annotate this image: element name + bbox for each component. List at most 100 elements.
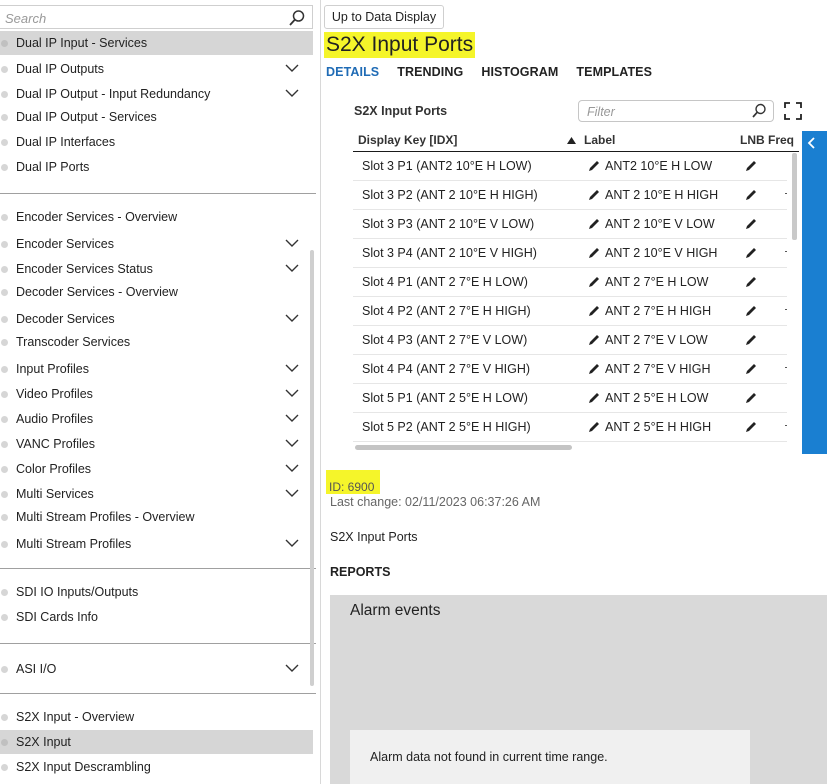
sidebar-item[interactable]: Audio Profiles [0,407,313,431]
table-row[interactable]: Slot 3 P3 (ANT 2 10°E V LOW) ANT 2 10°E V… [353,210,787,239]
pencil-icon[interactable] [588,392,600,404]
sidebar-item-label: Dual IP Outputs [16,62,105,76]
bullet-icon [1,763,8,771]
sidebar-item[interactable]: SDI Cards Info [0,605,313,629]
sidebar-item[interactable]: Color Profiles [0,457,313,481]
table-horizontal-scrollbar[interactable] [355,445,572,450]
table-row[interactable]: Slot 4 P3 (ANT 2 7°E V LOW) ANT 2 7°E V L… [353,326,787,355]
table-row[interactable]: Slot 5 P2 (ANT 2 5°E H HIGH) ANT 2 5°E H … [353,413,787,442]
pencil-icon[interactable] [745,305,757,317]
sidebar-item-label: Multi Stream Profiles - Overview [16,510,195,524]
sidebar-item[interactable]: S2X Input - Overview [0,705,313,729]
column-header-lnb-freq[interactable]: LNB Freq [740,133,794,147]
tab-histogram[interactable]: HISTOGRAM [481,65,558,79]
sidebar-item[interactable]: Video Profiles [0,382,313,406]
table-row[interactable]: Slot 4 P1 (ANT 2 7°E H LOW) ANT 2 7°E H L… [353,268,787,297]
pencil-icon[interactable] [745,276,757,288]
sidebar-item-label: Encoder Services - Overview [16,210,178,224]
chevron-down-icon[interactable] [285,263,299,273]
pencil-icon[interactable] [745,334,757,346]
bullet-icon [1,213,8,221]
sidebar-item[interactable]: Transcoder Services [0,330,313,354]
table-row[interactable]: Slot 4 P4 (ANT 2 7°E V HIGH) ANT 2 7°E V … [353,355,787,384]
tab-templates[interactable]: TEMPLATES [576,65,652,79]
pencil-icon[interactable] [588,363,600,375]
chevron-down-icon[interactable] [285,313,299,323]
pencil-icon[interactable] [588,160,600,172]
filter-input[interactable] [585,102,749,122]
sidebar-item[interactable]: Multi Services [0,482,313,506]
pencil-icon[interactable] [588,421,600,433]
pencil-icon[interactable] [588,276,600,288]
chevron-down-icon[interactable] [285,238,299,248]
column-header-display-key[interactable]: Display Key [IDX] [358,133,457,147]
pencil-icon[interactable] [588,247,600,259]
pencil-icon[interactable] [745,189,757,201]
chevron-down-icon[interactable] [285,88,299,98]
pencil-icon[interactable] [588,334,600,346]
sidebar-item[interactable]: Dual IP Ports [0,155,313,179]
sidebar-item[interactable]: Input Profiles [0,357,313,381]
pencil-icon[interactable] [745,392,757,404]
sidebar-item[interactable]: Dual IP Interfaces [0,130,313,154]
table-row[interactable]: Slot 4 P2 (ANT 2 7°E H HIGH) ANT 2 7°E H … [353,297,787,326]
sidebar-item[interactable]: ASI I/O [0,657,313,681]
chevron-down-icon[interactable] [285,413,299,423]
sidebar-item[interactable]: Multi Stream Profiles - Overview [0,505,313,529]
tab-trending[interactable]: TRENDING [397,65,463,79]
pencil-icon[interactable] [745,421,757,433]
sidebar-item[interactable]: Encoder Services Status [0,257,313,281]
bullet-icon [1,713,8,721]
bullet-icon [1,365,8,373]
sort-up-icon[interactable] [567,137,576,144]
pencil-icon[interactable] [588,218,600,230]
table-row[interactable]: Slot 3 P2 (ANT 2 10°E H HIGH) ANT 2 10°E … [353,181,787,210]
sidebar-scrollbar[interactable] [310,250,314,686]
chevron-down-icon[interactable] [285,438,299,448]
pencil-icon[interactable] [588,305,600,317]
pencil-icon[interactable] [588,189,600,201]
table-row[interactable]: Slot 3 P4 (ANT 2 10°E V HIGH) ANT 2 10°E … [353,239,787,268]
pencil-icon[interactable] [745,363,757,375]
main-panel: Up to Data Display S2X Input Ports DETAI… [321,0,827,784]
tab-details[interactable]: DETAILS [326,65,379,79]
chevron-down-icon[interactable] [285,488,299,498]
pencil-icon[interactable] [745,160,757,172]
expand-icon[interactable] [784,102,802,120]
table-title: S2X Input Ports [354,104,448,118]
sidebar-item[interactable]: Dual IP Outputs [0,57,313,81]
sidebar-item[interactable]: VANC Profiles [0,432,313,456]
sidebar-item[interactable]: Encoder Services - Overview [0,205,313,229]
table-row[interactable]: Slot 5 P1 (ANT 2 5°E H LOW) ANT 2 5°E H L… [353,384,787,413]
chevron-down-icon[interactable] [285,63,299,73]
chevron-down-icon[interactable] [285,663,299,673]
sidebar-item[interactable]: Dual IP Output - Services [0,105,313,129]
chevron-down-icon[interactable] [285,363,299,373]
pencil-icon[interactable] [745,247,757,259]
search-icon[interactable] [288,9,306,27]
sidebar-item[interactable]: Decoder Services [0,307,313,331]
side-panel-toggle[interactable] [802,131,827,454]
sidebar-item[interactable]: S2X Input Descrambling [0,755,313,779]
table-row[interactable]: Slot 3 P1 (ANT2 10°E H LOW) ANT2 10°E H L… [353,152,787,181]
column-header-label[interactable]: Label [584,133,615,147]
sidebar-item[interactable]: Decoder Services - Overview [0,280,313,304]
bullet-icon [1,588,8,596]
sidebar-item[interactable]: SDI IO Inputs/Outputs [0,580,313,604]
sidebar-item[interactable]: Dual IP Input - Services [0,31,313,55]
search-input[interactable] [3,7,277,29]
pencil-icon[interactable] [745,218,757,230]
sidebar-item-label: Transcoder Services [16,335,131,349]
chevron-down-icon[interactable] [285,463,299,473]
filter-search-icon[interactable] [751,103,767,119]
chevron-down-icon[interactable] [285,538,299,548]
sidebar-item[interactable]: Multi Stream Profiles [0,532,313,556]
up-to-data-display-button[interactable]: Up to Data Display [324,5,444,29]
sidebar-item[interactable]: Dual IP Output - Input Redundancy [0,82,313,106]
display-key-cell: Slot 4 P3 (ANT 2 7°E V LOW) [362,333,528,347]
chevron-down-icon[interactable] [285,388,299,398]
sidebar-item[interactable]: Encoder Services [0,232,313,256]
table-vertical-scrollbar[interactable] [792,153,797,240]
lnb-freq-cell [785,367,787,368]
sidebar-item[interactable]: S2X Input [0,730,313,754]
